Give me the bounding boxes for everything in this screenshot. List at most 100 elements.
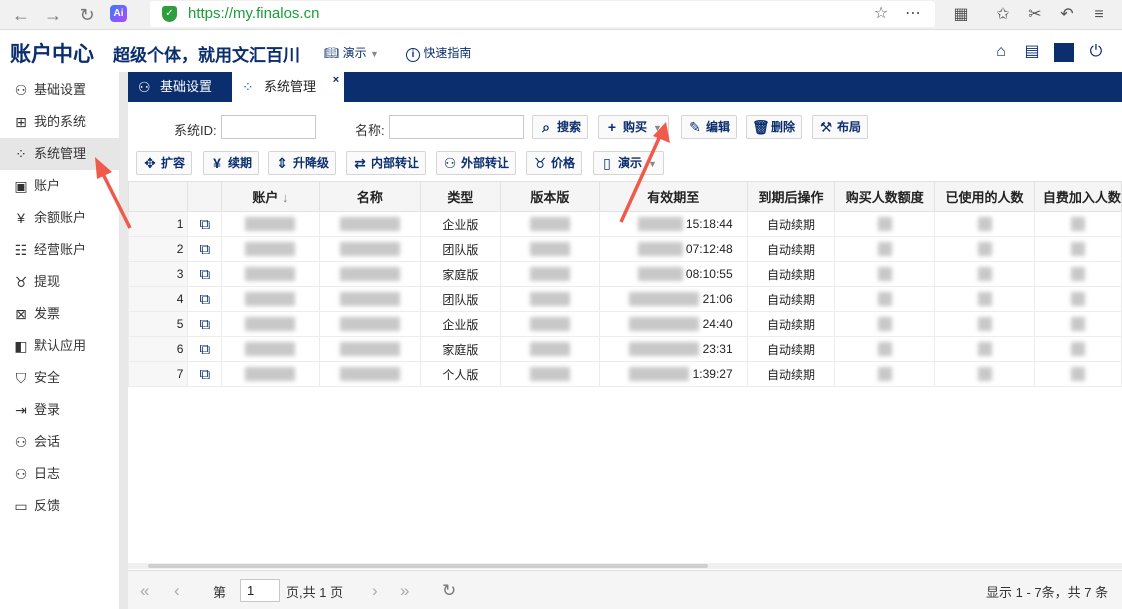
user-icon: ⚇	[14, 82, 28, 98]
blurred-cell	[1033, 261, 1122, 287]
row-number: 1	[127, 211, 189, 237]
expiry-cell: 1:39:27	[598, 361, 748, 387]
open-link-icon[interactable]: ⧉	[187, 361, 223, 387]
app-title: 账户中心	[10, 43, 94, 66]
open-link-icon[interactable]: ⧉	[187, 261, 223, 287]
column-header[interactable]: 版本版	[499, 181, 600, 212]
edit-icon: ✎	[689, 119, 701, 135]
upgrade-label: 升降级	[293, 156, 330, 170]
horizontal-scrollbar[interactable]	[128, 563, 1122, 569]
sidebar-item-log[interactable]: ⚇ 日志	[0, 458, 120, 490]
bookmark-star-icon[interactable]: ☆	[870, 3, 892, 25]
upgrade-button[interactable]: ⇕ 升降级	[268, 151, 337, 175]
demo-menu[interactable]: 📖︎ 演示 ▼	[324, 44, 379, 61]
ai-extension-icon[interactable]: Ai	[110, 5, 127, 22]
favorites-icon[interactable]: ✩	[992, 4, 1014, 26]
sidebar-divider[interactable]	[120, 72, 128, 609]
sidebar-item-label: 登录	[34, 402, 61, 417]
first-page-icon[interactable]: «	[140, 581, 149, 601]
menu-icon[interactable]: ≡	[1088, 4, 1110, 26]
sidebar-item-label: 反馈	[34, 498, 61, 513]
column-header[interactable]: 类型	[420, 181, 501, 212]
back-icon[interactable]: ←	[10, 4, 32, 26]
sidebar-item-system-management[interactable]: ⁘ 系统管理	[0, 138, 120, 170]
table-row[interactable]: 1 ⧉ 企业版 15:18:44 自动续期	[127, 211, 1122, 237]
tab-basic-settings[interactable]: ⚇ 基础设置	[128, 72, 228, 102]
edit-button[interactable]: ✎ 编辑	[681, 115, 738, 139]
last-page-icon[interactable]: »	[400, 581, 409, 601]
scrollbar-thumb[interactable]	[148, 564, 708, 568]
expand-button[interactable]: ✥ 扩容	[136, 151, 193, 175]
theme-color-swatch[interactable]	[1054, 43, 1074, 62]
column-header[interactable]: 到期后操作	[746, 181, 836, 212]
quick-guide-link[interactable]: i 快速指南	[406, 44, 471, 62]
internal-transfer-button[interactable]: ⇄ 内部转让	[346, 151, 427, 175]
open-link-icon[interactable]: ⧉	[187, 336, 223, 362]
tab-system-management[interactable]: ⁘ 系统管理	[232, 72, 344, 102]
table-row[interactable]: 7 ⧉ 个人版 1:39:27 自动续期	[127, 361, 1122, 387]
sidebar-item-sessions[interactable]: ⚇ 会话	[0, 426, 120, 458]
expiry-cell: 23:31	[598, 336, 748, 362]
address-bar[interactable]: ✓ https://my.finalos.cn ☆ ⋯	[150, 1, 935, 27]
sidebar-item-basic-settings[interactable]: ⚇ 基础设置	[0, 74, 120, 106]
home-icon[interactable]: ⌂	[991, 42, 1011, 62]
column-label: 账户	[252, 190, 279, 205]
sidebar-item-security[interactable]: ⛉ 安全	[0, 362, 120, 394]
refresh-icon[interactable]: ↻	[442, 581, 456, 601]
open-link-icon[interactable]: ⧉	[187, 236, 223, 262]
renew-button[interactable]: ¥ 续期	[203, 151, 260, 175]
document-icon[interactable]: ▤	[1022, 42, 1042, 62]
apps-grid-icon[interactable]: ▦	[950, 4, 972, 26]
table-row[interactable]: 2 ⧉ 团队版 07:12:48 自动续期	[127, 236, 1122, 262]
search-label: 搜索	[557, 120, 582, 134]
more-icon[interactable]: ⋯	[902, 3, 924, 25]
delete-button[interactable]: 🗑︎ 删除	[746, 115, 803, 139]
open-link-icon[interactable]: ⧉	[187, 311, 223, 337]
page-number-input[interactable]: 1	[240, 579, 280, 602]
table-row[interactable]: 6 ⧉ 家庭版 23:31 自动续期	[127, 336, 1122, 362]
sidebar-item-login[interactable]: ⇥ 登录	[0, 394, 120, 426]
sidebar-item-feedback[interactable]: ▭ 反馈	[0, 490, 120, 522]
blurred-cell	[318, 336, 422, 362]
sidebar-item-default-app[interactable]: ◧ 默认应用	[0, 330, 120, 362]
power-icon[interactable]: ⏻	[1086, 42, 1106, 62]
column-header[interactable]: 自费加入人数	[1033, 181, 1122, 212]
search-button[interactable]: ⌕ 搜索	[532, 115, 589, 139]
column-header[interactable]: 购买人数额度	[834, 181, 936, 212]
sidebar-item-invoice[interactable]: ⊠ 发票	[0, 298, 120, 330]
column-header[interactable]: 名称	[318, 181, 422, 212]
undo-icon[interactable]: ↶	[1056, 4, 1078, 26]
sidebar-item-business-account[interactable]: ☷ 经营账户	[0, 234, 120, 266]
buy-button[interactable]: + 购买 ▼	[598, 115, 669, 139]
layout-button[interactable]: ⚒ 布局	[812, 115, 869, 139]
reload-icon[interactable]: ↻	[76, 4, 98, 26]
column-header[interactable]: 账户 ↓	[221, 181, 320, 212]
blurred-cell	[834, 211, 936, 237]
sidebar-item-my-systems[interactable]: ⊞ 我的系统	[0, 106, 120, 138]
invoice-icon: ⊠	[15, 306, 27, 322]
column-header[interactable]: 已使用的人数	[934, 181, 1035, 212]
external-transfer-button[interactable]: ⚇ 外部转让	[436, 151, 517, 175]
scissors-icon[interactable]: ✂	[1024, 4, 1046, 26]
sidebar-item-balance-account[interactable]: ¥ 余额账户	[0, 202, 120, 234]
next-page-icon[interactable]: ›	[372, 581, 378, 601]
price-button[interactable]: ♉︎ 价格	[526, 151, 583, 175]
open-link-icon[interactable]: ⧉	[187, 286, 223, 312]
forward-icon[interactable]: →	[42, 4, 64, 26]
demo-button[interactable]: ▯ 演示 ▼	[593, 151, 664, 175]
table-row[interactable]: 5 ⧉ 企业版 24:40 自动续期	[127, 311, 1122, 337]
column-header[interactable]: 有效期至	[598, 181, 748, 212]
sidebar-item-label: 余额账户	[34, 210, 87, 225]
prev-page-icon[interactable]: ‹	[174, 581, 180, 601]
open-link-icon[interactable]: ⧉	[187, 211, 223, 237]
url-text[interactable]: https://my.finalos.cn	[188, 5, 319, 22]
table-row[interactable]: 3 ⧉ 家庭版 08:10:55 自动续期	[127, 261, 1122, 287]
sidebar: ⚇ 基础设置 ⊞ 我的系统 ⁘ 系统管理 ▣ 账户 ¥ 余额账户 ☷ 经营账户 ♉︎ 提现 ⊠…	[0, 72, 120, 609]
system-id-input[interactable]	[221, 115, 316, 139]
name-input[interactable]	[389, 115, 524, 139]
tab-close-icon[interactable]: ×	[329, 74, 343, 88]
sidebar-item-withdraw[interactable]: ♉︎ 提现	[0, 266, 120, 298]
action-cell: 自动续期	[746, 236, 836, 262]
table-row[interactable]: 4 ⧉ 团队版 21:06 自动续期	[127, 286, 1122, 312]
sidebar-item-account[interactable]: ▣ 账户	[0, 170, 120, 202]
